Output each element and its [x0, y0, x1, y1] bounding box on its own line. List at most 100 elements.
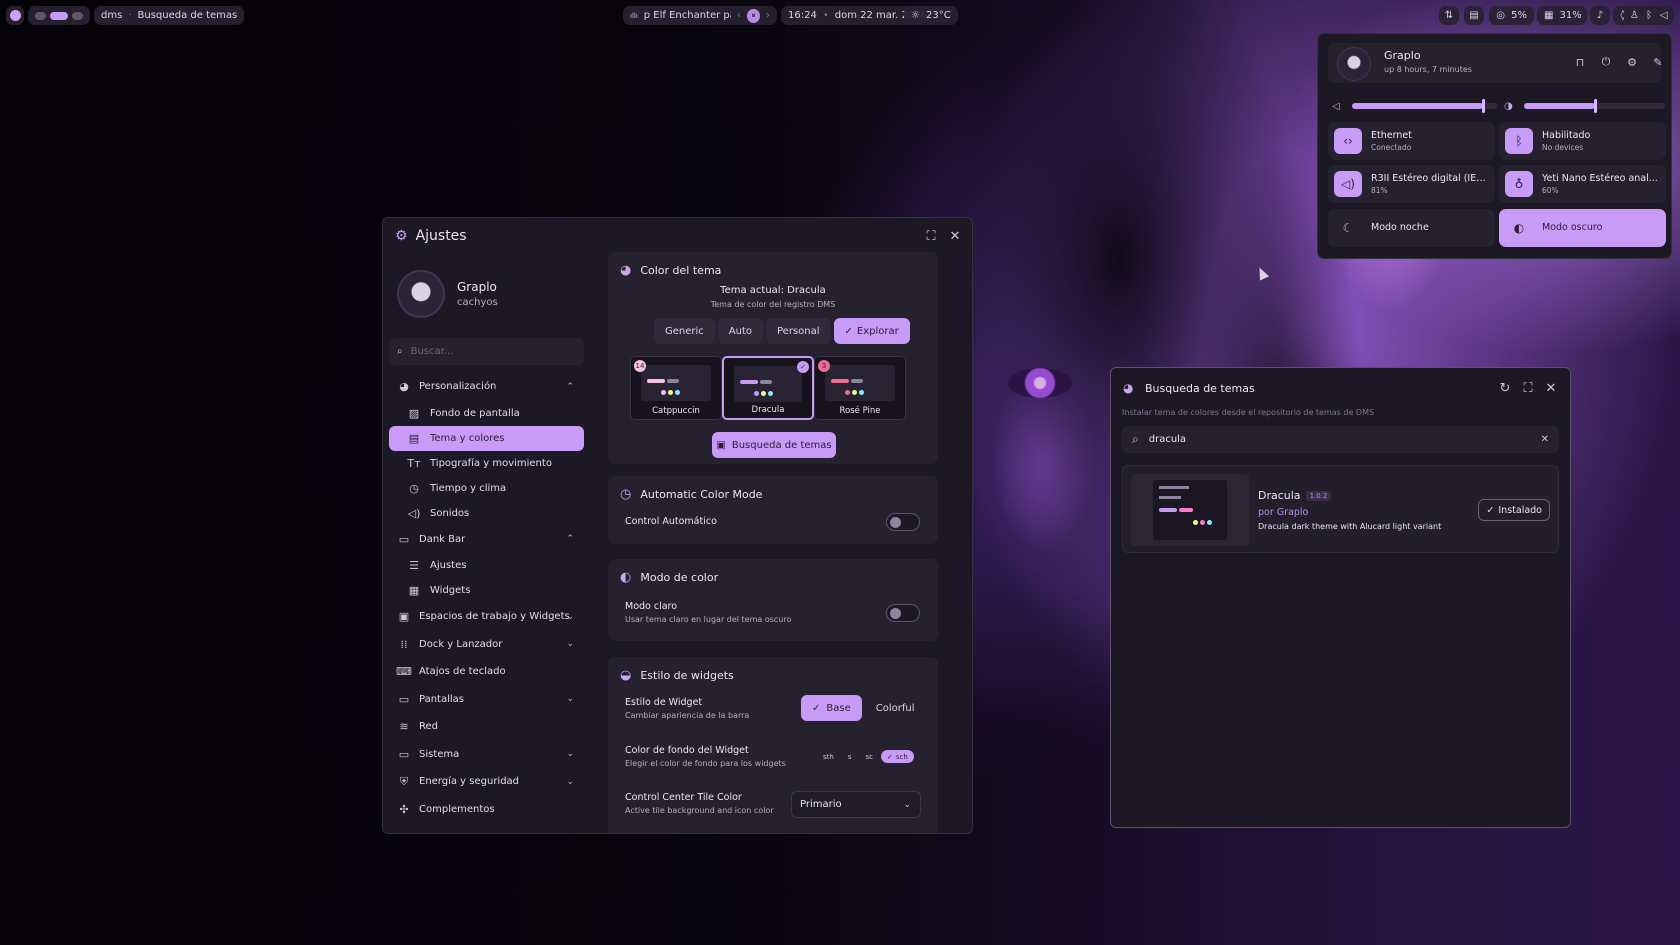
cc-tile[interactable]: ♁ Yeti Nano Estéreo anal... 60% [1499, 165, 1666, 203]
widget-style-option[interactable]: Colorful [865, 695, 926, 721]
launcher-button[interactable] [6, 6, 24, 25]
workspace-dot-active[interactable] [50, 11, 68, 20]
light-mode-desc: Usar tema claro en lugar del tema oscuro [625, 615, 792, 624]
chevron-down-icon[interactable]: ⌄ [566, 612, 574, 622]
ethernet-icon: ‹› [1334, 128, 1362, 154]
tray-control-center[interactable]: ♙ ᛒ ◁ [1624, 6, 1674, 25]
installed-button[interactable]: ✓ Instalado [1478, 499, 1550, 521]
theme-source-tab[interactable]: ✓ Explorar [833, 318, 910, 344]
nav-item[interactable]: ≋ Red [389, 713, 584, 741]
cc-tile[interactable]: ‹› Ethernet Conectado [1328, 122, 1495, 160]
tray-notifications[interactable]: ♪ [1590, 6, 1610, 25]
maximize-icon[interactable]: ⛶ [1520, 380, 1536, 396]
theme-search-input[interactable]: ⌕ dracula ✕ [1122, 426, 1559, 453]
chevron-down-icon[interactable]: ⌄ [566, 777, 574, 787]
browse-themes-button[interactable]: ▣ Busqueda de temas [712, 432, 836, 458]
cc-tile[interactable]: ᛒ Habilitado No devices [1499, 122, 1666, 160]
nav-label: Widgets [430, 585, 471, 596]
clear-icon[interactable]: ✕ [1541, 434, 1549, 445]
theme-source-tab[interactable]: Auto [717, 318, 763, 344]
gear-icon[interactable]: ⚙ [1625, 55, 1639, 69]
focused-window[interactable]: dms · Busqueda de temas [94, 6, 245, 25]
weather-widget[interactable]: ☼ 23°C [904, 6, 958, 25]
memory-widget[interactable]: ▦ 31% [1537, 6, 1587, 25]
widget-bg-option[interactable]: sc [859, 750, 879, 763]
equalizer-icon: ıllı [630, 11, 638, 20]
cc-tile[interactable]: ☾ Modo noche [1328, 209, 1495, 247]
workspace-dot[interactable] [35, 11, 47, 20]
theme-source-tab[interactable]: Personal [766, 318, 831, 344]
nav-item[interactable]: ⌨ Atajos de teclado [389, 658, 584, 686]
brightness-handle[interactable] [1593, 99, 1597, 113]
tile-subtitle: No devices [1542, 143, 1584, 152]
cc-tile[interactable]: ◁) R3II Estéreo digital (IEC... 81% [1328, 165, 1495, 203]
widget-bg-option[interactable]: s [842, 750, 858, 763]
edit-icon[interactable]: ✎ [1651, 55, 1665, 69]
lock-icon[interactable]: ⊓ [1573, 55, 1587, 69]
tile-color-label: Control Center Tile Color [625, 792, 742, 803]
media-widget[interactable]: ıllı p Elf Enchanter pa ‹ ⏸ › [623, 6, 777, 25]
nav-item[interactable]: ✣ Complementos [389, 796, 584, 824]
widget-bg-option[interactable]: ✓ sch [880, 750, 914, 763]
nav-label: Dock y Lanzador [419, 638, 503, 650]
refresh-icon[interactable]: ↻ [1497, 380, 1513, 396]
nav-item[interactable]: ⛨ Energía y seguridad ⌄ [389, 768, 584, 796]
chevron-down-icon[interactable]: ⌄ [566, 694, 574, 704]
nav-item[interactable]: ☰ Ajustes [389, 553, 584, 578]
cpu-widget[interactable]: ◎ 5% [1489, 6, 1534, 25]
theme-result-card[interactable]: Dracula 1.0.2 por Graplo Dracula dark th… [1122, 465, 1559, 553]
chevron-down-icon[interactable]: ⌄ [566, 749, 574, 759]
prev-icon[interactable]: ‹ [737, 10, 741, 21]
settings-search-input[interactable]: ⌕ Buscar... [389, 338, 584, 365]
volume-slider[interactable]: ◁ [1332, 99, 1497, 113]
nav-item[interactable]: ▭ Pantallas ⌄ [389, 686, 584, 714]
workspace-dot[interactable] [71, 11, 83, 20]
chevron-up-icon[interactable]: ⌃ [566, 382, 574, 392]
theme-source-tabs: Generic Auto Personal ✓ Explorar [654, 318, 910, 344]
maximize-icon[interactable]: ⛶ [923, 228, 939, 244]
chevron-up-icon[interactable]: ⌃ [566, 534, 574, 544]
theme-tile[interactable]: 3 Rosé Pine [814, 356, 906, 420]
nav-item[interactable]: ▦ Widgets [389, 578, 584, 603]
auto-control-label: Control Automático [625, 516, 717, 527]
play-pause-icon[interactable]: ⏸ [747, 8, 760, 23]
nav-item[interactable]: ▭ Sistema ⌄ [389, 741, 584, 769]
media-title: p Elf Enchanter pa [643, 10, 732, 21]
nav-item[interactable]: ◁) Sonidos [389, 501, 584, 526]
nav-item[interactable]: ▣ Espacios de trabajo y Widgets ⌄ [389, 603, 584, 631]
nav-item[interactable]: ▨ Fondo de pantalla [389, 401, 584, 426]
brightness-slider[interactable]: ◑ [1504, 99, 1665, 113]
tile-color-value: Primario [800, 799, 842, 810]
power-icon[interactable]: ⏻ [1599, 55, 1613, 69]
widget-bg-option[interactable]: sth [817, 750, 840, 763]
widget-style-option[interactable]: ✓ Base [801, 695, 862, 721]
nav-item[interactable]: ▤ Tema y colores [389, 425, 584, 451]
theme-source-tab[interactable]: Generic [654, 318, 715, 344]
laptop-icon: ▭ [398, 747, 410, 761]
light-mode-toggle[interactable] [886, 604, 920, 622]
nav-item[interactable]: ⁞⁞ Dock y Lanzador ⌄ [389, 631, 584, 659]
result-description: Dracula dark theme with Alucard light va… [1258, 522, 1442, 531]
next-icon[interactable]: › [766, 10, 770, 21]
nav-item[interactable]: ◕ Personalización ⌃ [389, 373, 584, 401]
nav-item[interactable]: Tт Tipografía y movimiento [389, 451, 584, 476]
tray-network[interactable]: ⇅ [1439, 6, 1459, 25]
theme-preview [1131, 474, 1249, 546]
nav-item[interactable]: ◷ Tiempo y clima [389, 476, 584, 501]
theme-tile[interactable]: ✓ Dracula [722, 356, 814, 420]
chevron-down-icon[interactable]: ⌄ [566, 639, 574, 649]
settings-nav: ◕ Personalización ⌃ ▨ Fondo de pantalla ▤ Tema… [389, 373, 584, 823]
close-icon[interactable]: ✕ [1543, 380, 1559, 396]
theme-tile[interactable]: 14 Catppuccin [630, 356, 722, 420]
nav-item[interactable]: ▭ Dank Bar ⌃ [389, 526, 584, 554]
tray-clipboard[interactable]: ▤ [1464, 6, 1484, 25]
cc-tile[interactable]: ◐ Modo oscuro [1499, 209, 1666, 247]
auto-control-toggle[interactable] [886, 513, 920, 531]
close-icon[interactable]: ✕ [947, 228, 963, 244]
tile-color-dropdown[interactable]: Primario ⌄ [791, 791, 921, 818]
speaker-icon: ◁) [407, 506, 421, 520]
volume-handle[interactable] [1481, 99, 1485, 113]
tab-label: Personal [777, 325, 820, 337]
workspace-switcher[interactable] [28, 6, 90, 25]
shield-icon: ⛨ [399, 774, 409, 788]
